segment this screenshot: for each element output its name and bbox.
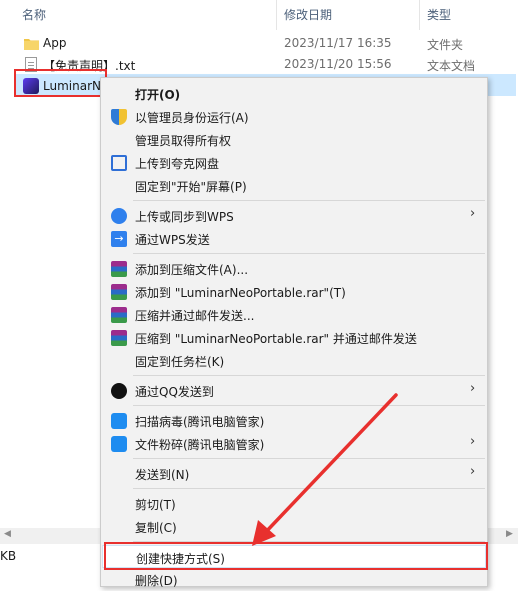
annotation-arrow-icon bbox=[252, 393, 398, 546]
